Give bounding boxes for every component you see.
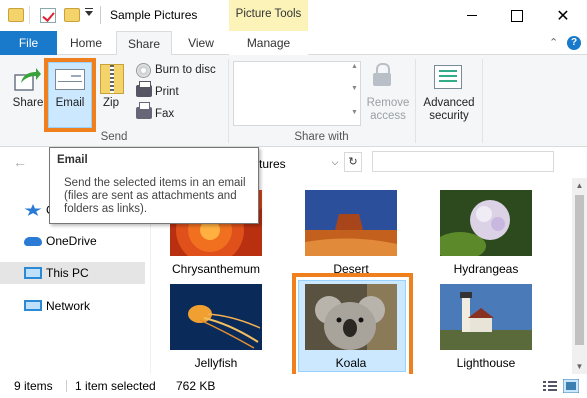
tab-view[interactable]: View [172,31,230,55]
address-bar-text[interactable]: tures [259,157,286,171]
gallery-down-icon[interactable]: ▼ [349,85,360,92]
scrollbar-thumb[interactable] [575,195,584,345]
thumbnail-jellyfish[interactable] [170,284,262,350]
vertical-scrollbar[interactable]: ▲ ▼ [572,178,587,374]
gallery-more-icon[interactable]: ▼ [349,109,360,116]
share-with-gallery[interactable] [233,61,361,126]
send-group-label: Send [100,131,128,143]
star-icon [24,204,42,216]
print-button[interactable]: Print [155,86,179,98]
advanced-security-icon [434,65,462,89]
nav-item-label: This PC [46,266,89,280]
tooltip-title: Email [57,154,88,166]
advanced-security-button[interactable]: Advanced security [419,97,479,123]
new-folder-icon[interactable] [64,8,80,22]
file-name: Desert [333,262,369,276]
title-bar: Sample Pictures Picture Tools ✕ [0,0,587,31]
ribbon: Share Email Zip Burn to disc Print Fax S… [0,55,587,147]
minimize-ribbon-icon[interactable]: ⌃ [549,36,558,49]
zip-button[interactable]: Zip [96,97,126,109]
minimize-button[interactable] [449,0,495,31]
item-count: 9 items [14,379,53,393]
details-view-icon[interactable] [542,379,558,393]
maximize-button[interactable] [494,0,540,31]
cloud-icon [24,237,42,246]
back-arrow-icon[interactable]: ← [13,154,27,170]
gallery-up-icon[interactable]: ▲ [349,63,360,70]
monitor-icon [24,267,42,279]
lock-icon [373,63,391,86]
tab-home[interactable]: Home [57,31,115,55]
file-name: Koala [335,356,367,370]
file-name: Jellyfish [194,356,238,370]
share-icon [14,68,41,91]
selection-count: 1 item selected [75,379,156,393]
window-title: Sample Pictures [110,8,198,22]
search-input[interactable] [372,151,554,172]
thumbnail-lighthouse[interactable] [440,284,532,350]
selection-size: 762 KB [176,379,216,393]
nav-item-label: OneDrive [46,234,97,248]
fax-icon [136,102,152,119]
zip-icon [100,64,124,94]
tab-manage[interactable]: Manage [229,31,308,55]
share-button[interactable]: Share [7,97,49,109]
close-button[interactable]: ✕ [540,0,586,31]
refresh-icon[interactable]: ↻ [344,152,362,172]
printer-icon [136,81,152,97]
tab-share[interactable]: Share [116,31,172,56]
file-name: Chrysanthemum [171,262,261,276]
divider [66,380,67,392]
ribbon-tabs: File Home Share View Manage ⌃ ? [0,31,587,56]
help-icon[interactable]: ? [567,36,581,50]
scroll-down-icon[interactable]: ▼ [572,359,587,374]
thumbnail-hydrangeas[interactable] [440,190,532,256]
email-tooltip: Email Send the selected items in an emai… [49,147,259,224]
nav-item-onedrive[interactable]: OneDrive [0,230,145,252]
contextual-tab-group-label: Picture Tools [235,8,302,20]
divider [29,6,30,24]
divider [482,59,483,143]
network-icon [24,300,42,311]
address-dropdown-icon[interactable]: ⌵ [328,152,342,172]
properties-icon[interactable] [40,8,56,23]
large-icons-view-icon[interactable] [563,379,579,393]
status-bar: 9 items 1 item selected 762 KB [0,374,587,398]
scroll-up-icon[interactable]: ▲ [572,178,587,193]
folder-icon [8,8,24,22]
divider [100,6,101,24]
customize-quick-access-icon[interactable] [85,8,93,16]
file-name: Lighthouse [456,356,516,370]
disc-icon [136,63,151,78]
fax-button[interactable]: Fax [155,108,174,120]
nav-item-network[interactable]: Network [0,295,145,317]
nav-item-label: Network [46,299,91,313]
email-highlight [44,58,96,132]
remove-access-button[interactable]: Remove access [364,97,412,123]
tooltip-body: Send the selected items in an email (fil… [64,177,246,215]
thumbnail-desert[interactable] [305,190,397,256]
file-name: Hydrangeas [453,262,519,276]
tab-file[interactable]: File [0,31,57,55]
share-with-group-label: Share with [294,131,349,143]
burn-to-disc-button[interactable]: Burn to disc [155,64,216,76]
divider [415,59,416,143]
nav-item-this-pc[interactable]: This PC [0,262,145,284]
